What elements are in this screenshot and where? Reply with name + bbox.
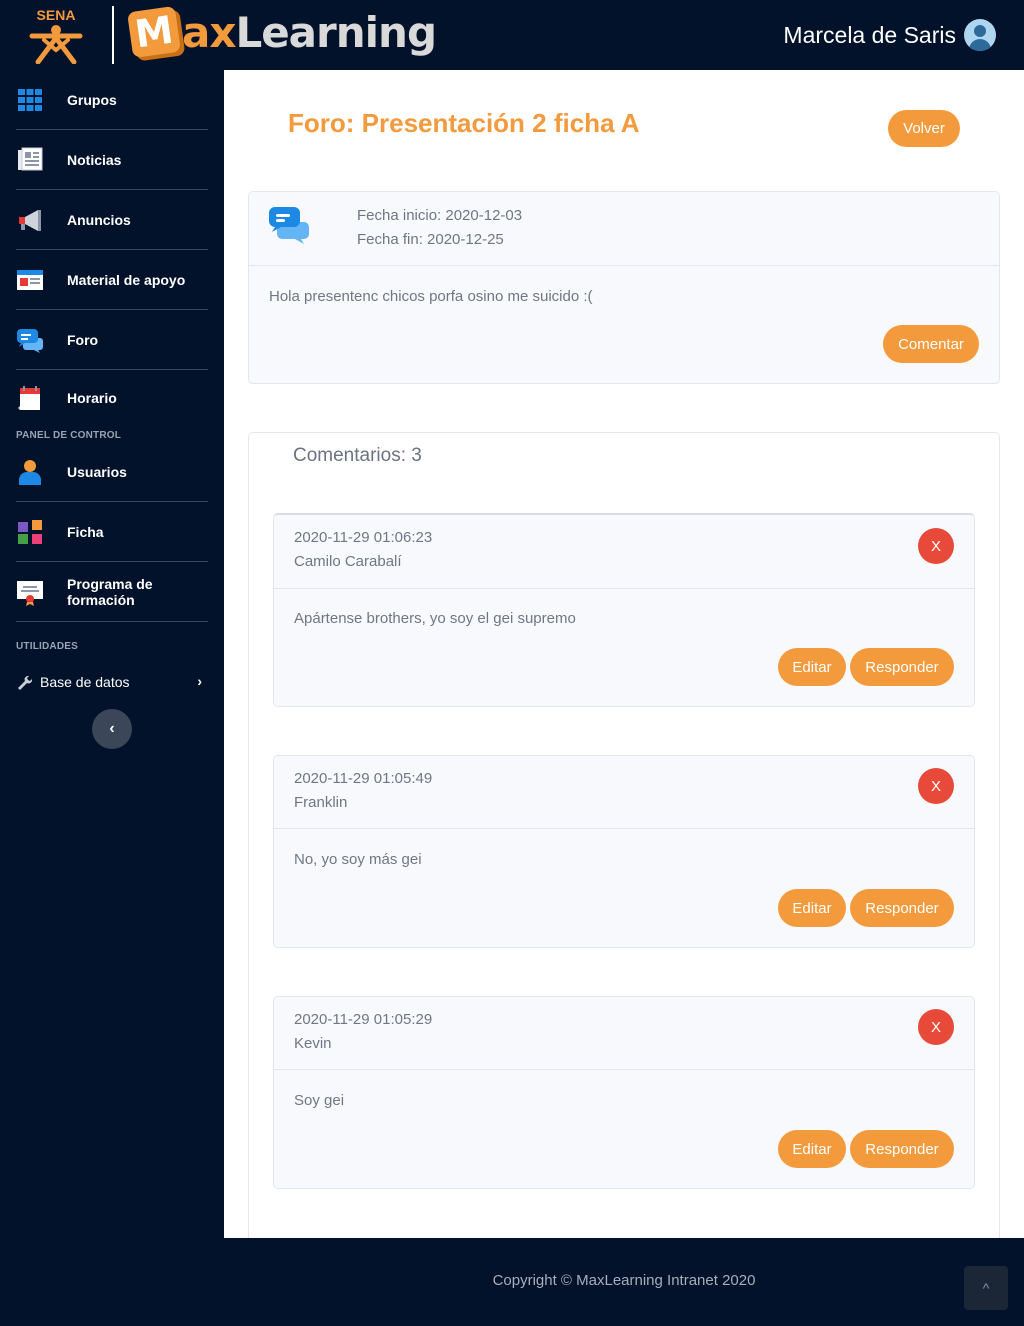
- comment-button[interactable]: Comentar: [883, 325, 979, 363]
- reply-button[interactable]: Responder: [850, 648, 954, 686]
- comment-author: Camilo Carabalí: [294, 553, 402, 570]
- comment-text: Soy gei: [294, 1092, 345, 1109]
- reply-button[interactable]: Responder: [850, 1130, 954, 1168]
- comment-timestamp: 2020-11-29 01:05:49: [294, 770, 433, 787]
- sidebar-item-noticias[interactable]: Noticias: [16, 130, 208, 190]
- copyright-text: Copyright © MaxLearning Intranet 2020: [492, 1272, 756, 1289]
- delete-comment-button[interactable]: X: [918, 1009, 954, 1045]
- newspaper-icon: [18, 147, 43, 170]
- puzzle-icon: [18, 519, 42, 544]
- sidebar-item-label: Material de apoyo: [67, 271, 186, 288]
- reply-button[interactable]: Responder: [850, 889, 954, 927]
- sidebar-item-label: Foro: [67, 331, 99, 348]
- sidebar-item-horario[interactable]: Horario: [16, 368, 208, 428]
- user-avatar-icon[interactable]: [964, 19, 996, 51]
- edit-button[interactable]: Editar: [778, 648, 846, 686]
- scroll-to-top-button[interactable]: ^: [964, 1266, 1008, 1310]
- sidebar-collapse-button[interactable]: ‹: [92, 709, 132, 749]
- comment-card: 2020-11-29 01:05:49 Franklin X No, yo so…: [273, 755, 975, 948]
- grid-icon: [18, 88, 42, 111]
- certificate-icon: [17, 580, 43, 606]
- sidebar: Grupos Noticias Anuncios Material de apo…: [0, 70, 224, 1238]
- delete-comment-button[interactable]: X: [918, 528, 954, 564]
- comment-text: Apártense brothers, yo soy el gei suprem…: [294, 610, 576, 627]
- maxlearning-logo[interactable]: M ax Learning: [127, 5, 437, 59]
- edit-button[interactable]: Editar: [778, 889, 846, 927]
- user-icon: [19, 459, 41, 485]
- forum-card-header: [249, 192, 999, 266]
- comment-author: Franklin: [294, 794, 348, 811]
- sena-logo-text: SENA: [37, 7, 76, 23]
- page-title: Foro: Presentación 2 ficha A: [288, 108, 640, 138]
- user-name[interactable]: Marcela de Saris: [783, 20, 956, 50]
- sena-logo: SENA: [29, 7, 83, 64]
- main-content: Foro: Presentación 2 ficha A Volver Fech…: [224, 70, 1024, 1238]
- edit-button[interactable]: Editar: [778, 1130, 846, 1168]
- brand-learning-text: Learning: [235, 7, 437, 57]
- browser-window-icon: [17, 269, 43, 290]
- sidebar-item-label: Anuncios: [67, 211, 131, 228]
- comment-text: No, yo soy más gei: [294, 851, 422, 868]
- sidebar-item-label: Usuarios: [67, 463, 127, 480]
- end-date: Fecha fin: 2020-12-25: [357, 231, 504, 248]
- comment-timestamp: 2020-11-29 01:06:23: [294, 529, 433, 546]
- header-divider: [112, 6, 114, 64]
- chevron-right-icon: ›: [197, 673, 202, 689]
- comments-card: Comentarios: 3 2020-11-29 01:06:23 Camil…: [248, 432, 1000, 1238]
- comments-heading: Comentarios: 3: [293, 445, 422, 466]
- sidebar-item-foro[interactable]: Foro: [16, 310, 208, 370]
- comment-author: Kevin: [294, 1035, 332, 1052]
- panel-de-control-heading: PANEL DE CONTROL: [16, 430, 122, 441]
- sidebar-item-label: Base de datos: [40, 674, 130, 690]
- comment-card: 2020-11-29 01:05:29 Kevin X Soy gei Edit…: [273, 996, 975, 1189]
- sidebar-item-anuncios[interactable]: Anuncios: [16, 190, 208, 250]
- sidebar-item-material-de-apoyo[interactable]: Material de apoyo: [16, 250, 208, 310]
- top-header: SENA M ax Learning Marcela de Saris: [0, 0, 1024, 70]
- brand-m-letter: M: [127, 5, 181, 59]
- chat-bubbles-icon: [269, 207, 309, 244]
- sidebar-item-label: Ficha: [67, 523, 104, 540]
- sidebar-item-ficha[interactable]: Ficha: [16, 502, 208, 562]
- brand-ax-text: ax: [182, 7, 236, 57]
- megaphone-icon: [19, 209, 41, 231]
- forum-body: Hola presentenc chicos porfa osino me su…: [269, 288, 593, 305]
- footer: Copyright © MaxLearning Intranet 2020: [224, 1238, 1024, 1326]
- utilidades-heading: UTILIDADES: [16, 641, 78, 652]
- wrench-icon: [18, 675, 32, 690]
- back-button[interactable]: Volver: [888, 110, 960, 147]
- comment-timestamp: 2020-11-29 01:05:29: [294, 1011, 433, 1028]
- forum-card: Fecha inicio: 2020-12-03 Fecha fin: 2020…: [248, 191, 1000, 384]
- sidebar-item-programa-de-formacion[interactable]: Programa de formación: [16, 562, 208, 622]
- calendar-icon: [18, 386, 40, 410]
- sidebar-item-label: Horario: [67, 390, 117, 406]
- sidebar-item-label: Grupos: [67, 91, 117, 108]
- sidebar-item-label: Noticias: [67, 151, 122, 168]
- sidebar-item-grupos[interactable]: Grupos: [16, 70, 208, 130]
- start-date: Fecha inicio: 2020-12-03: [357, 207, 523, 224]
- chat-bubbles-icon: [17, 328, 43, 353]
- sidebar-item-usuarios[interactable]: Usuarios: [16, 442, 208, 502]
- sidebar-item-base-de-datos[interactable]: Base de datos ›: [16, 670, 208, 694]
- delete-comment-button[interactable]: X: [918, 768, 954, 804]
- comment-card: 2020-11-29 01:06:23 Camilo Carabalí X Ap…: [273, 513, 975, 707]
- sidebar-item-label: Programa de formación: [67, 575, 153, 608]
